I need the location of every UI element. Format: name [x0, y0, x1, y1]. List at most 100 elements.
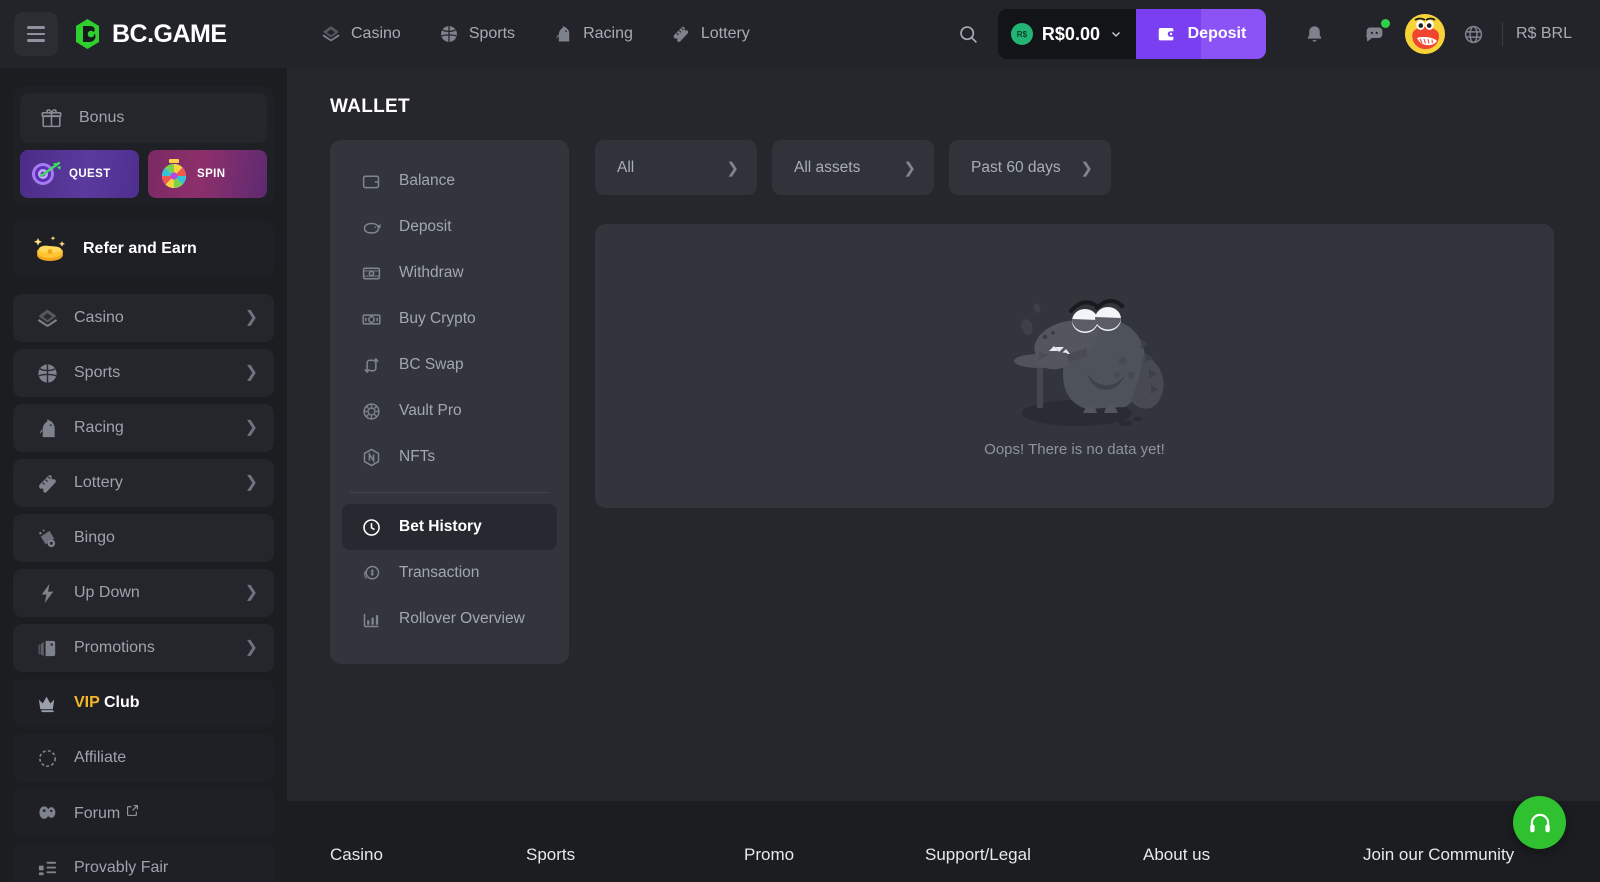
sidebar-item-bingo[interactable]: Bingo [13, 514, 274, 562]
sidebar-item-label: Forum [74, 804, 258, 823]
search-button[interactable] [948, 13, 990, 55]
bonus-label: Bonus [79, 109, 125, 126]
sidebar-scroll: Bonus QUEST SPIN Refer and Earn Casino ❯… [0, 68, 287, 882]
filter-assets[interactable]: All assets ❯ [772, 140, 934, 195]
sidebar-item-label: Sports [74, 364, 121, 381]
horse-icon [553, 24, 573, 44]
sidebar-item-label: Casino [74, 309, 124, 326]
sidebar-item-forum[interactable]: Forum [13, 789, 274, 837]
brl-coin-icon: R$ [1010, 23, 1033, 45]
wallet-icon [361, 171, 382, 192]
sidebar-nav: Casino ❯ Sports ❯ Racing ❯ Lottery ❯ Bin… [13, 294, 274, 882]
quest-card[interactable]: QUEST [20, 150, 139, 198]
quest-label: QUEST [69, 168, 111, 180]
empty-state-message: Oops! There is no data yet! [984, 440, 1165, 458]
footer-column-support-legal[interactable]: Support/Legal [925, 845, 1143, 865]
page-title: WALLET [330, 96, 410, 117]
wallet-menu-item-transaction[interactable]: Transaction [342, 550, 557, 596]
wallet-menu-label: Deposit [399, 218, 452, 235]
casino-chip-icon [34, 307, 60, 330]
avatar[interactable] [1404, 14, 1445, 54]
footer-column-sports[interactable]: Sports [526, 845, 744, 865]
support-button[interactable] [1513, 796, 1566, 849]
wallet-menu-item-bet-history[interactable]: Bet History [342, 504, 557, 550]
hamburger-menu-button[interactable] [14, 12, 58, 56]
swap-arrows-icon [361, 355, 382, 376]
cash-out-icon [361, 263, 382, 284]
language-button[interactable] [1452, 12, 1496, 56]
chevron-right-icon: ❯ [244, 584, 258, 601]
sidebar: BC.GAME Bonus QUEST SPIN Refer and Earn … [0, 0, 287, 882]
spin-card[interactable]: SPIN [148, 150, 267, 198]
sidebar-item-racing[interactable]: Racing ❯ [13, 404, 274, 452]
wallet-menu-item-bc-swap[interactable]: BC Swap [342, 342, 557, 388]
top-nav-sports[interactable]: Sports [439, 24, 515, 44]
chevron-right-icon: ❯ [1080, 159, 1093, 177]
footer-column-promo[interactable]: Promo [744, 845, 925, 865]
ticket-icon [34, 472, 60, 495]
chevron-right-icon: ❯ [244, 474, 258, 491]
wallet-menu-label: NFTs [399, 448, 436, 465]
gift-icon [41, 108, 62, 129]
chevron-right-icon: ❯ [244, 639, 258, 656]
wallet-menu-item-balance[interactable]: Balance [342, 158, 557, 204]
crocodile-mascot-icon [975, 275, 1175, 435]
sidebar-item-sports[interactable]: Sports ❯ [13, 349, 274, 397]
sidebar-item-label: Racing [74, 419, 124, 436]
sidebar-item-affiliate[interactable]: Affiliate [13, 734, 274, 782]
sidebar-item-provably-fair[interactable]: Provably Fair [13, 844, 274, 882]
wallet-menu-item-withdraw[interactable]: Withdraw [342, 250, 557, 296]
top-nav-label: Racing [583, 25, 633, 42]
wallet-menu-item-deposit[interactable]: Deposit [342, 204, 557, 250]
deposit-button[interactable]: Deposit [1135, 9, 1266, 59]
gold-coins-icon [33, 233, 69, 265]
wallet-menu-label: Vault Pro [399, 402, 462, 419]
footer: Casino Sports Promo Support/Legal About … [287, 796, 1600, 882]
top-nav-casino[interactable]: Casino [321, 24, 401, 44]
top-nav-racing[interactable]: Racing [553, 24, 633, 44]
brand-logo[interactable]: BC.GAME [72, 17, 227, 51]
bingo-icon [34, 527, 60, 550]
sidebar-item-label: Bingo [74, 529, 115, 546]
top-nav-lottery[interactable]: Lottery [671, 24, 750, 44]
sidebar-item-vip-club[interactable]: VIP Club [13, 679, 274, 727]
main-area: Casino Sports Racing Lottery R$ R$0.00 D… [287, 0, 1600, 882]
headset-icon [1527, 810, 1553, 836]
filter-type[interactable]: All ❯ [595, 140, 757, 195]
wallet-menu-label: Buy Crypto [399, 310, 476, 327]
sidebar-item-up-down[interactable]: Up Down ❯ [13, 569, 274, 617]
wallet-menu-item-rollover-overview[interactable]: Rollover Overview [342, 596, 557, 642]
sidebar-item-label: Affiliate [74, 749, 127, 766]
balance-selector[interactable]: R$ R$0.00 [997, 9, 1136, 59]
footer-column-join-community[interactable]: Join our Community [1363, 845, 1514, 865]
wallet-menu: Balance Deposit Withdraw Buy Crypto BC S… [330, 140, 569, 664]
spin-label: SPIN [197, 168, 226, 180]
filter-date-range[interactable]: Past 60 days ❯ [949, 140, 1111, 195]
chevron-right-icon: ❯ [244, 364, 258, 381]
tag-icon [34, 637, 60, 660]
sidebar-item-casino[interactable]: Casino ❯ [13, 294, 274, 342]
sidebar-item-promotions[interactable]: Promotions ❯ [13, 624, 274, 672]
refer-and-earn-button[interactable]: Refer and Earn [13, 221, 274, 277]
wallet-menu-item-nfts[interactable]: NFTs [342, 434, 557, 480]
filter-label: All assets [794, 158, 861, 176]
notifications-button[interactable] [1292, 11, 1338, 57]
currency-selector[interactable]: R$ BRL [1516, 25, 1578, 43]
sidebar-item-lottery[interactable]: Lottery ❯ [13, 459, 274, 507]
sidebar-item-label: Up Down [74, 584, 140, 601]
ticket-icon [671, 24, 691, 44]
sidebar-item-label: Lottery [74, 474, 123, 491]
bonus-button[interactable]: Bonus [20, 93, 267, 143]
sidebar-item-label: VIP Club [74, 694, 258, 712]
footer-column-casino[interactable]: Casino [330, 845, 526, 865]
wallet-menu-item-vault-pro[interactable]: Vault Pro [342, 388, 557, 434]
top-nav-label: Casino [351, 25, 401, 42]
lightning-icon [34, 582, 60, 605]
forum-icon [34, 802, 60, 825]
wallet-menu-item-buy-crypto[interactable]: Buy Crypto [342, 296, 557, 342]
search-icon [958, 24, 979, 45]
footer-column-about-us[interactable]: About us [1143, 845, 1363, 865]
crown-icon [34, 692, 60, 715]
chevron-right-icon: ❯ [903, 159, 916, 177]
chat-button[interactable] [1352, 11, 1398, 57]
